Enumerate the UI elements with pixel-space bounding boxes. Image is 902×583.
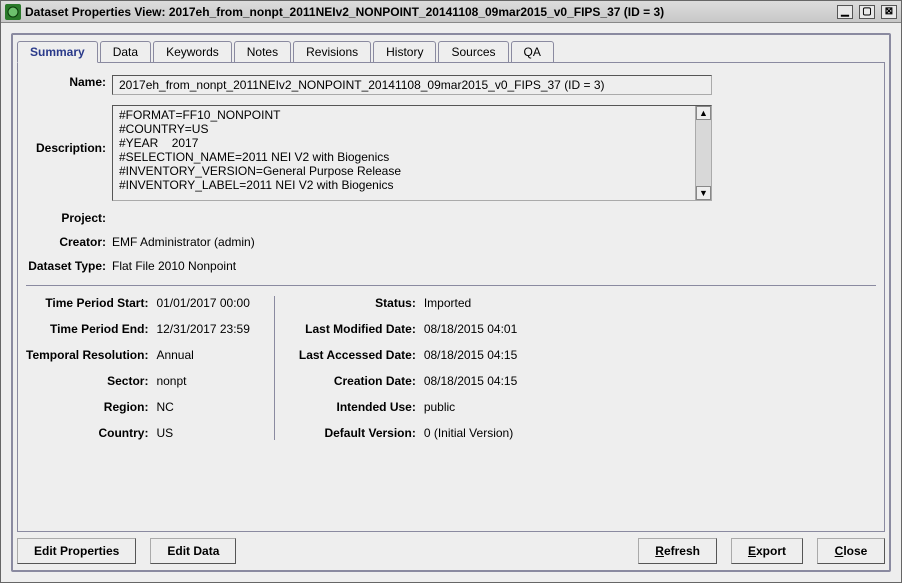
label-dataset-type: Dataset Type: xyxy=(26,255,112,273)
meta-col-left: Time Period Start: 01/01/2017 00:00 Time… xyxy=(26,296,275,440)
label-time-period-end: Time Period End: xyxy=(26,322,148,336)
scroll-track[interactable] xyxy=(696,120,711,186)
tab-revisions[interactable]: Revisions xyxy=(293,41,371,63)
sector-value: nonpt xyxy=(156,374,249,388)
window-title: Dataset Properties View: 2017eh_from_non… xyxy=(25,5,837,19)
default-version-value: 0 (Initial Version) xyxy=(424,426,517,440)
label-temporal-resolution: Temporal Resolution: xyxy=(26,348,148,362)
titlebar: Dataset Properties View: 2017eh_from_non… xyxy=(1,1,901,23)
tab-summary[interactable]: Summary xyxy=(17,41,98,63)
label-project: Project: xyxy=(26,207,112,225)
panel: Summary Data Keywords Notes Revisions Hi… xyxy=(11,33,891,572)
temporal-resolution-value: Annual xyxy=(156,348,249,362)
label-creator: Creator: xyxy=(26,231,112,249)
tab-keywords[interactable]: Keywords xyxy=(153,41,232,63)
last-accessed-date-value: 08/18/2015 04:15 xyxy=(424,348,517,362)
button-bar: Edit Properties Edit Data Refresh Export… xyxy=(17,532,885,566)
description-scrollbar[interactable]: ▲ ▼ xyxy=(695,106,711,200)
project-value xyxy=(112,207,876,211)
meta-grid: Time Period Start: 01/01/2017 00:00 Time… xyxy=(26,296,876,440)
scroll-down-icon[interactable]: ▼ xyxy=(696,186,711,200)
close-icon[interactable]: ⊠ xyxy=(881,5,897,19)
separator xyxy=(26,285,876,286)
tab-data[interactable]: Data xyxy=(100,41,151,63)
minimize-icon[interactable]: ▁ xyxy=(837,5,853,19)
region-value: NC xyxy=(156,400,249,414)
label-status: Status: xyxy=(299,296,416,310)
creation-date-value: 08/18/2015 04:15 xyxy=(424,374,517,388)
description-field[interactable] xyxy=(113,106,695,200)
tab-body: Name: 2017eh_from_nonpt_2011NEIv2_NONPOI… xyxy=(17,62,885,532)
time-period-end-value: 12/31/2017 23:59 xyxy=(156,322,249,336)
status-value: Imported xyxy=(424,296,517,310)
edit-properties-button[interactable]: Edit Properties xyxy=(17,538,136,564)
name-field: 2017eh_from_nonpt_2011NEIv2_NONPOINT_201… xyxy=(112,75,712,95)
meta-col-right: Status: Imported Last Modified Date: 08/… xyxy=(299,296,517,440)
export-button[interactable]: Export xyxy=(731,538,803,564)
tab-notes[interactable]: Notes xyxy=(234,41,291,63)
label-sector: Sector: xyxy=(26,374,148,388)
label-default-version: Default Version: xyxy=(299,426,416,440)
label-creation-date: Creation Date: xyxy=(299,374,416,388)
tab-qa[interactable]: QA xyxy=(511,41,554,63)
label-description: Description: xyxy=(26,101,112,155)
window: Dataset Properties View: 2017eh_from_non… xyxy=(0,0,902,583)
label-intended-use: Intended Use: xyxy=(299,400,416,414)
maximize-icon[interactable]: ▢ xyxy=(859,5,875,19)
refresh-button[interactable]: Refresh xyxy=(638,538,717,564)
tab-history[interactable]: History xyxy=(373,41,436,63)
content: Summary Data Keywords Notes Revisions Hi… xyxy=(1,23,901,582)
time-period-start-value: 01/01/2017 00:00 xyxy=(156,296,249,310)
country-value: US xyxy=(156,426,249,440)
tab-sources[interactable]: Sources xyxy=(438,41,508,63)
tab-bar: Summary Data Keywords Notes Revisions Hi… xyxy=(17,41,885,63)
label-last-modified-date: Last Modified Date: xyxy=(299,322,416,336)
last-modified-date-value: 08/18/2015 04:01 xyxy=(424,322,517,336)
app-icon xyxy=(5,4,21,20)
intended-use-value: public xyxy=(424,400,517,414)
label-last-accessed-date: Last Accessed Date: xyxy=(299,348,416,362)
scroll-up-icon[interactable]: ▲ xyxy=(696,106,711,120)
label-time-period-start: Time Period Start: xyxy=(26,296,148,310)
edit-data-button[interactable]: Edit Data xyxy=(150,538,236,564)
label-country: Country: xyxy=(26,426,148,440)
dataset-type-value: Flat File 2010 Nonpoint xyxy=(112,255,876,273)
creator-value: EMF Administrator (admin) xyxy=(112,231,876,249)
label-region: Region: xyxy=(26,400,148,414)
label-name: Name: xyxy=(26,71,112,89)
close-button[interactable]: Close xyxy=(817,538,885,564)
